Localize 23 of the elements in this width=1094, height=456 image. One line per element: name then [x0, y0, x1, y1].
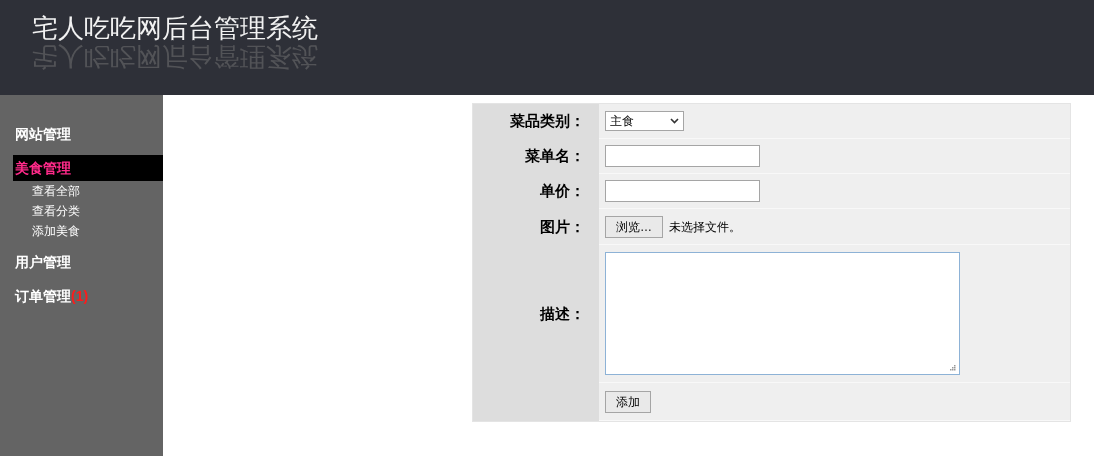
input-field[interactable] — [605, 145, 760, 167]
sidebar-item[interactable]: 网站管理 — [13, 121, 163, 147]
input-field[interactable] — [605, 180, 760, 202]
category-select[interactable]: 主食 — [605, 111, 684, 131]
site-title: 宅人吃吃网后台管理系统 — [32, 12, 319, 44]
chevron-down-icon — [670, 118, 679, 124]
field-label: 菜单名： — [525, 146, 585, 167]
sidebar-item[interactable]: 用户管理 — [13, 249, 163, 275]
sidebar-item[interactable]: 订单管理(1) — [13, 283, 163, 309]
add-button[interactable]: 添加 — [605, 390, 651, 413]
submenu-link[interactable]: 查看分类 — [0, 201, 163, 221]
submenu-link[interactable]: 添加美食 — [0, 221, 163, 241]
field-label: 菜品类别： — [510, 111, 585, 132]
field-label: 单价： — [540, 181, 585, 202]
resize-grip-icon — [949, 364, 956, 371]
sidebar-item[interactable]: 美食管理 — [13, 155, 163, 181]
order-count-label: (1) — [71, 286, 89, 306]
browse-button[interactable]: 浏览… — [605, 215, 663, 238]
field-label: 描述： — [540, 303, 585, 324]
description-textarea[interactable] — [605, 252, 960, 375]
submenu-link[interactable]: 查看全部 — [0, 181, 163, 201]
field-label: 图片： — [540, 216, 585, 237]
file-status: 未选择文件。 — [669, 218, 741, 236]
